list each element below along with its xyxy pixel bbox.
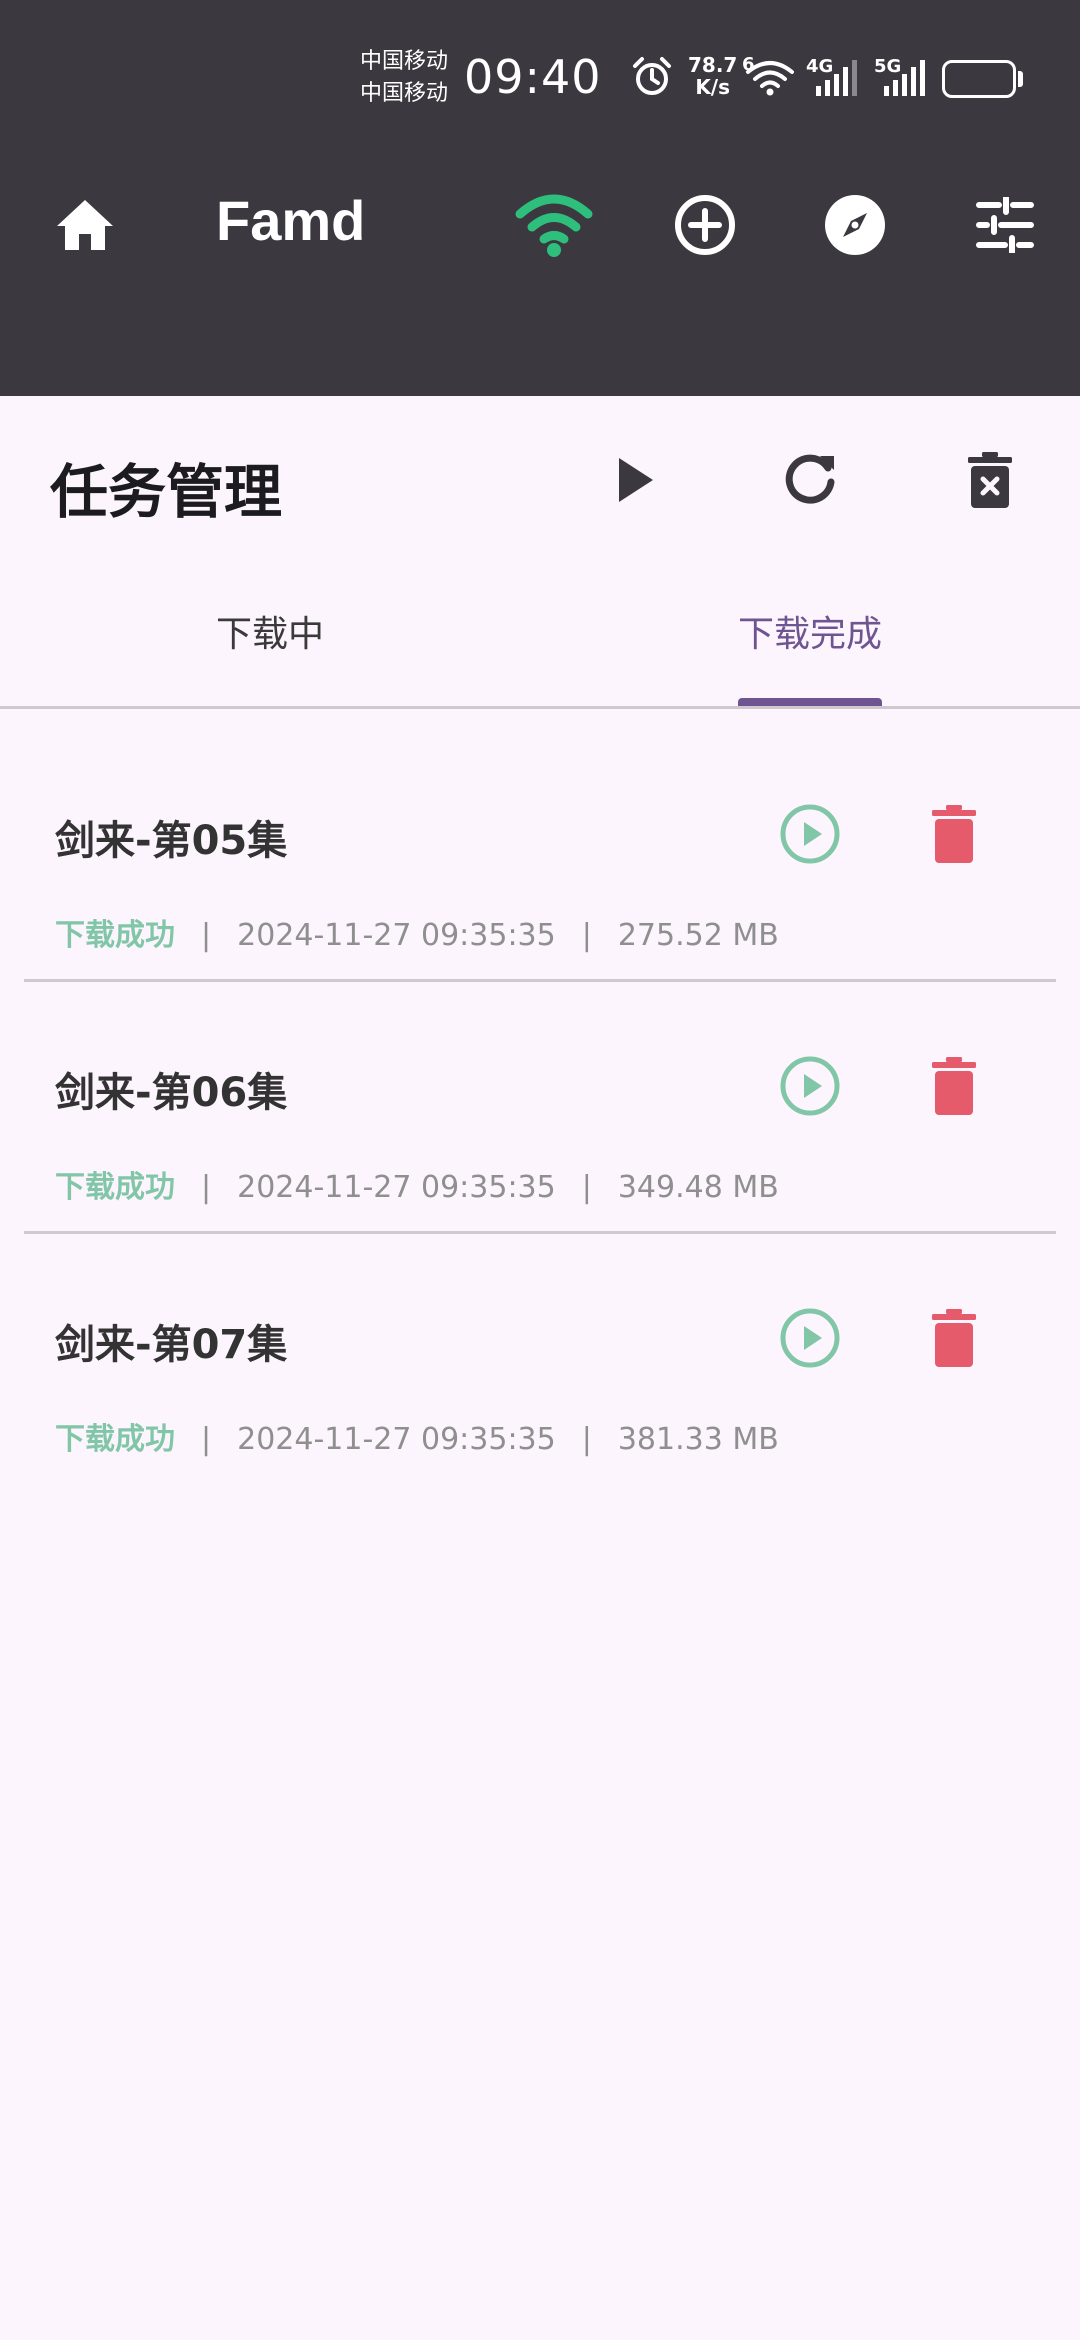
play-circle-icon [780, 1056, 840, 1116]
meta-separator: | [201, 1422, 212, 1457]
explore-button[interactable] [810, 180, 900, 270]
tab-bar: 下载中 下载完成 [0, 580, 1080, 709]
task-size: 349.48 MB [617, 1170, 779, 1205]
trash-icon [932, 805, 976, 863]
task-size: 381.33 MB [617, 1422, 779, 1457]
play-button[interactable] [770, 1298, 850, 1378]
app-title: Famd [216, 189, 366, 252]
play-circle-icon [780, 1308, 840, 1368]
net-speed-unit: K/s [695, 75, 731, 99]
task-date: 2024-11-27 09:35:35 [237, 1170, 556, 1205]
alarm-icon [633, 57, 671, 95]
net-speed: 78.7 K/s [688, 54, 737, 98]
task-row[interactable]: 剑来-第06集 下载成功 | 2024-11-27 09:35:35 | 349.48 … [0, 982, 1080, 1234]
meta-separator: | [201, 918, 212, 953]
task-meta: 下载成功 | 2024-11-27 09:35:35 | 275.52 MB [55, 910, 779, 954]
refresh-icon [785, 454, 835, 504]
compass-icon [825, 195, 885, 255]
delete-button[interactable] [914, 1046, 994, 1126]
meta-separator: | [581, 918, 592, 953]
tab-active-indicator [738, 698, 882, 706]
settings-sliders-icon [976, 197, 1034, 253]
clock: 09:40 [464, 50, 602, 104]
status-bar: 中国移动 中国移动 09:40 78.7 K/s 6 4G 5G 72 [0, 0, 1080, 150]
clear-all-button[interactable] [945, 435, 1035, 525]
task-status: 下载成功 [55, 918, 175, 953]
task-row[interactable]: 剑来-第07集 下载成功 | 2024-11-27 09:35:35 | 381.33 … [0, 1234, 1080, 1486]
delete-button[interactable] [914, 1298, 994, 1378]
task-date: 2024-11-27 09:35:35 [237, 1422, 556, 1457]
task-name: 剑来-第05集 [55, 818, 288, 864]
home-icon [57, 200, 113, 250]
task-date: 2024-11-27 09:35:35 [237, 918, 556, 953]
task-meta: 下载成功 | 2024-11-27 09:35:35 | 349.48 MB [55, 1162, 779, 1206]
task-name: 剑来-第06集 [55, 1070, 288, 1116]
battery-cap [1018, 71, 1023, 87]
task-list: 剑来-第05集 下载成功 | 2024-11-27 09:35:35 | 275.52 … [0, 730, 1080, 1486]
task-meta: 下载成功 | 2024-11-27 09:35:35 | 381.33 MB [55, 1414, 779, 1458]
signal-1-bars-icon [816, 60, 857, 96]
meta-separator: | [201, 1170, 212, 1205]
wifi-button[interactable] [509, 180, 599, 270]
carrier-1: 中国移动 [360, 49, 449, 74]
meta-separator: | [581, 1170, 592, 1205]
play-icon [619, 458, 653, 502]
tab-completed[interactable]: 下载完成 [540, 580, 1080, 706]
task-status: 下载成功 [55, 1170, 175, 1205]
battery-level: 72 [960, 64, 998, 94]
task-status: 下载成功 [55, 1422, 175, 1457]
carrier-labels: 中国移动 中国移动 [360, 46, 448, 110]
task-row[interactable]: 剑来-第05集 下载成功 | 2024-11-27 09:35:35 | 275.52 … [0, 730, 1080, 982]
wifi-icon [515, 194, 593, 257]
play-button[interactable] [770, 1046, 850, 1126]
net-speed-value: 78.7 [688, 53, 738, 77]
delete-icon [968, 452, 1012, 508]
home-button[interactable] [40, 180, 130, 270]
add-button[interactable] [660, 180, 750, 270]
delete-button[interactable] [914, 794, 994, 874]
app-bar: Famd [0, 170, 1080, 280]
signal-2-bars-icon [884, 60, 925, 96]
page-title: 任务管理 [50, 458, 283, 526]
trash-icon [932, 1057, 976, 1115]
play-button[interactable] [770, 794, 850, 874]
battery-indicator: 72 [942, 60, 1016, 98]
carrier-2: 中国移动 [360, 81, 449, 106]
task-name: 剑来-第07集 [55, 1322, 288, 1368]
wifi-badge: 6 [742, 54, 755, 75]
tab-downloading[interactable]: 下载中 [0, 580, 540, 706]
settings-button[interactable] [960, 180, 1050, 270]
start-all-button[interactable] [590, 435, 680, 525]
trash-icon [932, 1309, 976, 1367]
refresh-button[interactable] [765, 435, 855, 525]
add-circle-icon [675, 195, 735, 255]
meta-separator: | [581, 1422, 592, 1457]
play-circle-icon [780, 804, 840, 864]
task-size: 275.52 MB [617, 918, 779, 953]
